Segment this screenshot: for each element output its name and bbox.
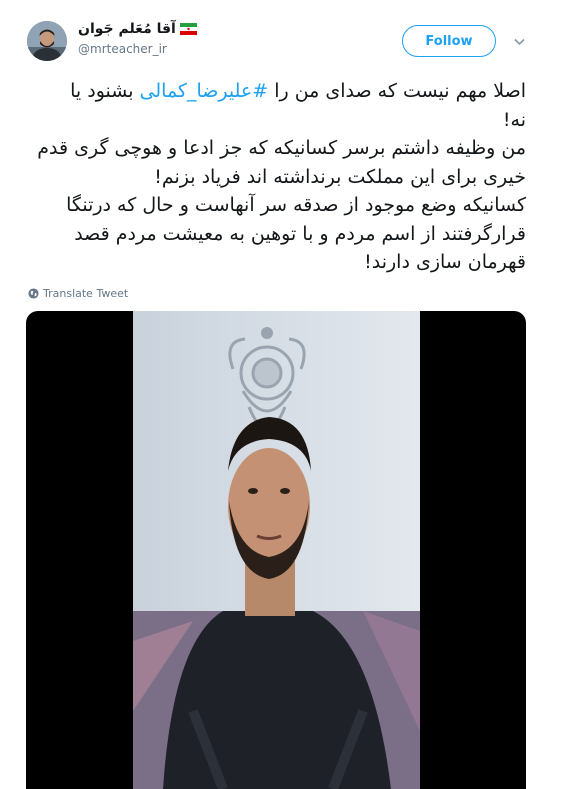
video-player[interactable] — [26, 311, 526, 789]
display-name[interactable]: آقا مُعَلم جَوان — [78, 21, 176, 37]
tweet-line-7: قهرمان سازی دارند! — [364, 251, 526, 273]
user-handle[interactable]: @mrteacher_ir — [78, 42, 167, 56]
iran-flag-icon — [179, 23, 197, 35]
tweet-line-5: کسانیکه وضع موجود از صدقه سر آنهاست و حا… — [66, 194, 526, 216]
hashtag-link[interactable]: #علیرضا_کمالی — [140, 80, 269, 102]
tweet-line-3: من وظیفه داشتم برسر کسانیکه که جز ادعا و… — [37, 137, 526, 159]
tweet-line-2: نه! — [502, 108, 526, 131]
chevron-down-icon[interactable] — [514, 38, 525, 46]
tweet-text-segment: اصلا مهم نیست که صدای من را — [268, 80, 526, 102]
video-frame — [133, 311, 420, 789]
tweet-text-segment: بشنود یا — [70, 80, 140, 102]
follow-button[interactable]: Follow — [402, 25, 496, 57]
tweet-line-6: قرارگرفتند از اسم مردم و با توهین به معی… — [74, 222, 526, 245]
tweet-text: اصلا مهم نیست که صدای من را #علیرضا_کمال… — [26, 77, 526, 277]
globe-icon — [28, 287, 39, 299]
translate-label[interactable]: Translate Tweet — [43, 287, 128, 300]
tweet-line-1: اصلا مهم نیست که صدای من را #علیرضا_کمال… — [26, 77, 526, 106]
name-row: آقا مُعَلم جَوان — [78, 19, 197, 39]
avatar[interactable] — [27, 21, 67, 61]
translate-tweet-link[interactable]: Translate Tweet — [28, 285, 128, 301]
tweet-line-4: خیری برای این مملکت برنداشته اند فریاد ب… — [154, 165, 526, 188]
tweet-header: آقا مُعَلم جَوان @mrteacher_ir Follow — [0, 0, 562, 70]
